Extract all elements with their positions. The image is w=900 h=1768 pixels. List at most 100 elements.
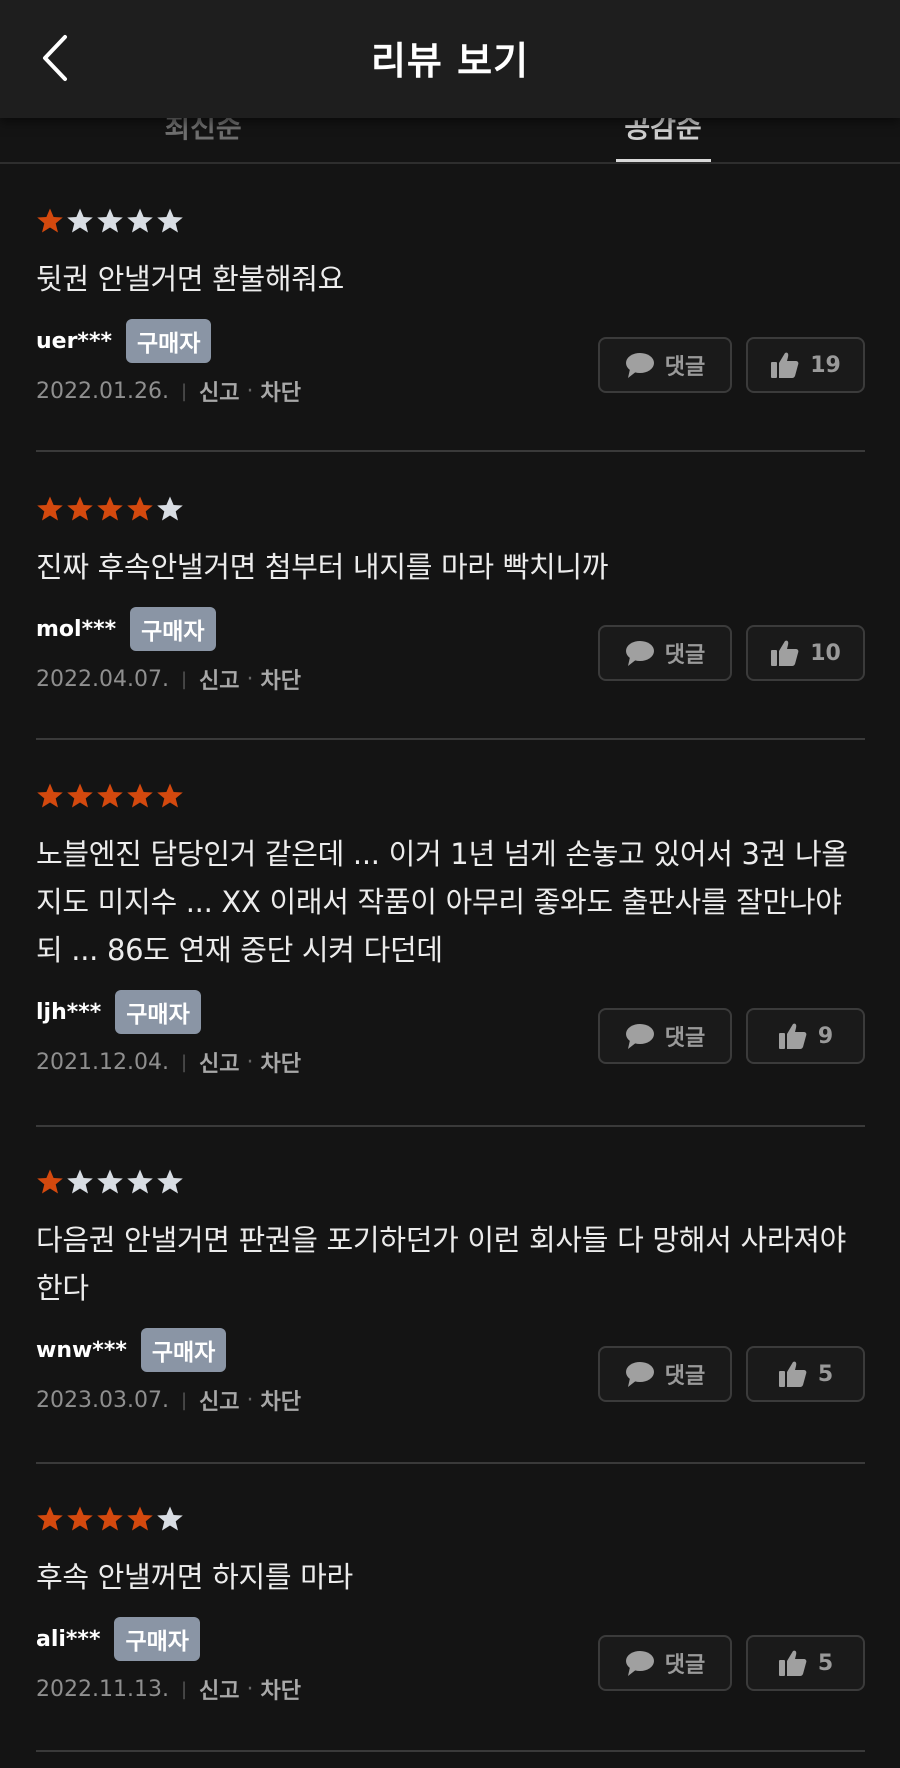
like-count: 19 (810, 352, 841, 378)
reviewer-name: wnw*** (36, 1337, 127, 1363)
separator-dot: · (246, 1387, 254, 1413)
active-tab-indicator (616, 159, 711, 162)
review-item: 진짜 후속안낼거면 첨부터 내지를 마라 빡치니까 mol*** 구매자 202… (36, 495, 865, 709)
star-rating (36, 782, 865, 812)
buyer-badge: 구매자 (114, 1617, 200, 1661)
star-empty-icon (157, 208, 183, 233)
star-rating (36, 495, 865, 525)
speech-bubble-icon (625, 1024, 654, 1049)
star-filled-icon (37, 1506, 63, 1531)
star-filled-icon (37, 783, 63, 808)
reviewer-name: uer*** (36, 328, 112, 354)
buyer-badge: 구매자 (140, 1328, 227, 1372)
report-link[interactable]: 신고 (199, 375, 239, 407)
divider: | (180, 380, 188, 402)
star-filled-icon (67, 783, 93, 808)
review-date: 2023.03.07. (36, 1387, 169, 1413)
thumbs-up-icon (771, 352, 799, 378)
like-button[interactable]: 9 (746, 1008, 865, 1064)
thumbs-up-icon (778, 1023, 807, 1049)
review-date: 2022.01.26. (36, 378, 169, 404)
review-text: 다음권 안낼거면 판권을 포기하던가 이런 회사들 다 망해서 사라져야 한다 (36, 1223, 846, 1305)
block-link[interactable]: 차단 (261, 375, 301, 407)
block-link[interactable]: 차단 (261, 663, 301, 695)
comment-label: 댓글 (664, 1653, 706, 1678)
review-date: 2022.11.13. (36, 1676, 169, 1702)
report-link[interactable]: 신고 (199, 1384, 239, 1416)
star-rating (36, 1168, 865, 1198)
review-text: 뒷권 안낼거면 환불해줘요 (36, 262, 345, 296)
like-count: 9 (817, 1023, 834, 1049)
comment-label: 댓글 (664, 643, 706, 668)
star-filled-icon (37, 496, 63, 521)
block-link[interactable]: 차단 (261, 1046, 301, 1078)
speech-bubble-icon (625, 1362, 654, 1387)
like-count: 5 (817, 1361, 834, 1387)
star-empty-icon (97, 1169, 123, 1194)
block-link[interactable]: 차단 (261, 1384, 301, 1416)
star-filled-icon (37, 208, 63, 233)
comment-button[interactable]: 댓글 (598, 1635, 732, 1691)
reviewer-name: ali*** (36, 1626, 101, 1652)
divider: | (180, 1389, 188, 1411)
block-link[interactable]: 차단 (261, 1673, 301, 1705)
report-link[interactable]: 신고 (199, 1046, 239, 1078)
star-filled-icon (127, 783, 153, 808)
review-date: 2021.12.04. (36, 1049, 169, 1075)
separator-dot: · (246, 378, 254, 404)
star-rating (36, 1505, 865, 1535)
comment-label: 댓글 (664, 1364, 706, 1389)
divider (36, 1750, 865, 1752)
divider: | (180, 1678, 188, 1700)
review-text: 후속 안낼꺼면 하지를 마라 (36, 1560, 353, 1594)
comment-label: 댓글 (664, 355, 706, 380)
review-meta: mol*** 구매자 2022.04.07. | 신고 · 차단 댓글 10 (36, 607, 865, 709)
comment-button[interactable]: 댓글 (598, 337, 732, 393)
sort-tabs: 최신순 공감순 (0, 118, 900, 164)
review-text: 진짜 후속안낼거면 첨부터 내지를 마라 빡치니까 (36, 550, 609, 584)
star-filled-icon (97, 1506, 123, 1531)
review-item: 후속 안낼꺼면 하지를 마라 ali*** 구매자 2022.11.13. | … (36, 1505, 865, 1719)
review-item: 노블엔진 담당인거 같은데 ... 이거 1년 넘게 손놓고 있어서 3권 나올… (36, 782, 865, 1092)
star-filled-icon (127, 1506, 153, 1531)
star-filled-icon (97, 496, 123, 521)
tab-most-liked[interactable]: 공감순 (573, 118, 753, 146)
star-filled-icon (37, 1169, 63, 1194)
like-button[interactable]: 10 (746, 625, 865, 681)
star-empty-icon (67, 1169, 93, 1194)
divider (36, 1125, 865, 1127)
comment-button[interactable]: 댓글 (598, 1008, 732, 1064)
divider (36, 450, 865, 452)
review-text: 노블엔진 담당인거 같은데 ... 이거 1년 넘게 손놓고 있어서 3권 나올… (36, 837, 848, 967)
comment-label: 댓글 (664, 1026, 706, 1051)
like-button[interactable]: 19 (746, 337, 865, 393)
review-meta: uer*** 구매자 2022.01.26. | 신고 · 차단 댓글 19 (36, 319, 865, 421)
star-filled-icon (97, 783, 123, 808)
star-filled-icon (67, 496, 93, 521)
speech-bubble-icon (625, 353, 654, 378)
star-empty-icon (127, 208, 153, 233)
reviewer-name: ljh*** (36, 999, 102, 1025)
star-empty-icon (127, 1169, 153, 1194)
star-filled-icon (67, 1506, 93, 1531)
thumbs-up-icon (778, 1650, 807, 1676)
review-meta: ali*** 구매자 2022.11.13. | 신고 · 차단 댓글 5 (36, 1617, 865, 1719)
divider: | (180, 1051, 188, 1073)
like-button[interactable]: 5 (746, 1635, 865, 1691)
comment-button[interactable]: 댓글 (598, 625, 732, 681)
report-link[interactable]: 신고 (199, 663, 239, 695)
review-item: 다음권 안낼거면 판권을 포기하던가 이런 회사들 다 망해서 사라져야 한다 … (36, 1168, 865, 1430)
like-count: 5 (817, 1650, 834, 1676)
star-rating (36, 207, 865, 237)
star-empty-icon (157, 496, 183, 521)
star-empty-icon (67, 208, 93, 233)
speech-bubble-icon (625, 641, 654, 666)
speech-bubble-icon (625, 1651, 654, 1676)
like-button[interactable]: 5 (746, 1346, 865, 1402)
comment-button[interactable]: 댓글 (598, 1346, 732, 1402)
star-empty-icon (97, 208, 123, 233)
divider: | (180, 668, 188, 690)
tab-latest[interactable]: 최신순 (113, 118, 293, 146)
report-link[interactable]: 신고 (199, 1673, 239, 1705)
star-empty-icon (157, 1169, 183, 1194)
